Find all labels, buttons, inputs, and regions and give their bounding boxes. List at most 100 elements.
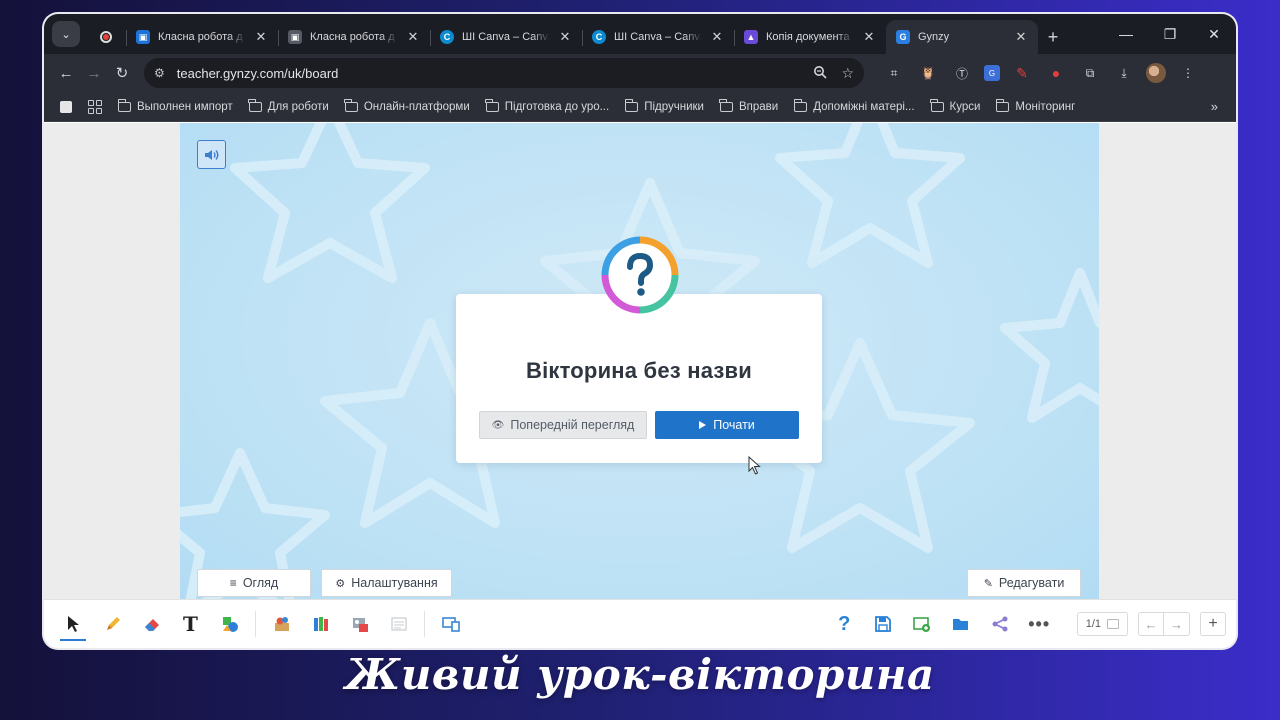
restore-icon[interactable]: ❐ [1148,26,1192,43]
media-tool[interactable] [340,604,379,644]
tab-recording[interactable] [86,20,126,54]
screenshot-extension-icon[interactable]: ⌗ [882,63,906,83]
download-icon[interactable]: ⤓ [1112,63,1136,83]
eraser-tool[interactable] [132,604,171,644]
text-tool[interactable]: T [171,604,210,644]
page-thumbnail-icon [1107,619,1119,629]
record-icon [100,31,112,43]
next-page-button[interactable]: → [1164,612,1190,636]
square-icon [60,100,72,113]
bookmark-app-square[interactable] [52,100,80,113]
record-extension-icon[interactable]: ● [1044,63,1068,83]
bookmark-folder[interactable]: Онлайн-платформи [337,98,478,113]
bookmark-folder[interactable]: Підготовка до уро... [478,98,617,113]
classroom-icon: ▣ [136,30,150,44]
extensions-puzzle-icon[interactable]: ⧉ [1078,63,1102,83]
library-tool[interactable] [262,604,301,644]
question-icon: ? [838,612,851,635]
close-window-icon[interactable]: ✕ [1192,26,1236,43]
screen-share-tool[interactable] [431,604,470,644]
address-bar[interactable]: ⚙ teacher.gynzy.com/uk/board ☆ [144,58,864,88]
more-button[interactable]: ••• [1020,604,1059,644]
browser-window: ⌄ ▣ Класна робота д ✕ ▣ Класна робота д … [44,14,1236,648]
tab-gynzy[interactable]: G Gynzy ✕ [886,20,1038,54]
overview-button[interactable]: ≡ Огляд [197,569,311,597]
more-dots-icon: ••• [1028,613,1051,634]
boxes-icon [274,617,289,631]
tab-document-copy[interactable]: ▲ Копія документа ✕ [734,20,886,54]
gynzy-icon: G [896,30,910,44]
pen-tool[interactable] [93,604,132,644]
translate-extension-icon[interactable]: G [984,65,1000,81]
text-extension-icon[interactable]: Ⓣ [950,63,974,83]
bookmark-folder[interactable]: Вправи [712,98,786,113]
share-button[interactable] [981,604,1020,644]
tab-canva-2[interactable]: C ШІ Canva – Canva ✕ [582,20,734,54]
books-tool[interactable] [301,604,340,644]
bookmark-folder[interactable]: Моніторинг [988,98,1083,113]
settings-button[interactable]: ⚙ Налаштування [321,569,452,597]
add-slide-button[interactable] [903,604,942,644]
image-doc-icon: ▲ [744,30,758,44]
tab-classroom-1[interactable]: ▣ Класна робота д ✕ [126,20,278,54]
bookmark-apps-grid[interactable] [80,99,110,114]
bookmark-folder[interactable]: Допоміжні матері... [786,98,922,113]
site-settings-icon[interactable]: ⚙ [154,66,165,80]
bookmark-folder[interactable]: Підручники [617,98,712,113]
back-icon[interactable]: ← [52,65,80,82]
bookmark-star-icon[interactable]: ☆ [841,65,854,82]
bookmarks-overflow-button[interactable]: » [1211,99,1218,114]
navigation-bar: ← → ↻ ⚙ teacher.gynzy.com/uk/board ☆ ⌗ 🦉… [44,54,1236,92]
folder-icon [117,98,131,112]
menu-kebab-icon[interactable]: ⋮ [1176,63,1200,83]
new-tab-button[interactable]: + [1038,20,1068,54]
previous-page-button[interactable]: ← [1138,612,1164,636]
video-caption: Живий урок-вікторина [345,650,935,699]
arrow-right-icon: → [1170,616,1183,632]
close-icon[interactable]: ✕ [710,29,724,45]
tab-strip: ⌄ ▣ Класна робота д ✕ ▣ Класна робота д … [44,14,1236,54]
forward-icon[interactable]: → [80,65,108,82]
sound-button[interactable] [197,140,226,169]
list-icon: ≡ [229,576,237,590]
arrow-pointer-icon [67,616,79,632]
folder-icon [344,98,358,112]
close-icon[interactable]: ✕ [254,29,268,45]
reload-icon[interactable]: ↻ [108,64,136,82]
select-tool[interactable] [54,604,93,644]
share-icon [992,616,1008,632]
eraser-icon [144,619,159,631]
edit-button[interactable]: ✎ Редагувати [967,569,1081,597]
open-folder-button[interactable] [942,604,981,644]
help-button[interactable]: ? [825,604,864,644]
shapes-tool[interactable] [210,604,249,644]
pen-extension-icon[interactable]: ✎ [1010,63,1034,83]
profile-avatar[interactable] [1146,63,1166,83]
page-indicator[interactable]: 1/1 [1076,612,1128,636]
slides-icon: ▣ [288,30,302,44]
add-page-button[interactable]: + [1200,612,1226,636]
close-icon[interactable]: ✕ [558,29,572,45]
tab-canva-1[interactable]: C ШІ Canva – Canva ✕ [430,20,582,54]
save-button[interactable] [864,604,903,644]
preview-button[interactable]: 👁 Попередній перегляд [479,411,647,439]
close-icon[interactable]: ✕ [406,29,420,45]
bookmark-folder[interactable]: Для роботи [241,98,337,113]
tab-search-button[interactable]: ⌄ [52,21,80,47]
owl-extension-icon[interactable]: 🦉 [916,63,940,83]
zoom-icon[interactable] [813,65,828,82]
close-icon[interactable]: ✕ [862,29,876,45]
folder-icon [248,98,262,112]
shapes-icon [222,617,238,632]
arrow-left-icon: ← [1144,616,1158,632]
toolbar-right: ? ••• 1/1 ← → + [825,604,1236,644]
url-text: teacher.gynzy.com/uk/board [176,65,339,81]
list-tool[interactable] [379,604,418,644]
gear-icon: ⚙ [335,577,346,590]
bookmark-folder[interactable]: Выполнен импорт [110,98,241,113]
bookmark-folder[interactable]: Курси [923,98,989,113]
start-button[interactable]: Почати [655,411,799,439]
tab-classroom-2[interactable]: ▣ Класна робота д ✕ [278,20,430,54]
minimize-icon[interactable]: — [1104,26,1148,42]
close-icon[interactable]: ✕ [1014,29,1028,45]
